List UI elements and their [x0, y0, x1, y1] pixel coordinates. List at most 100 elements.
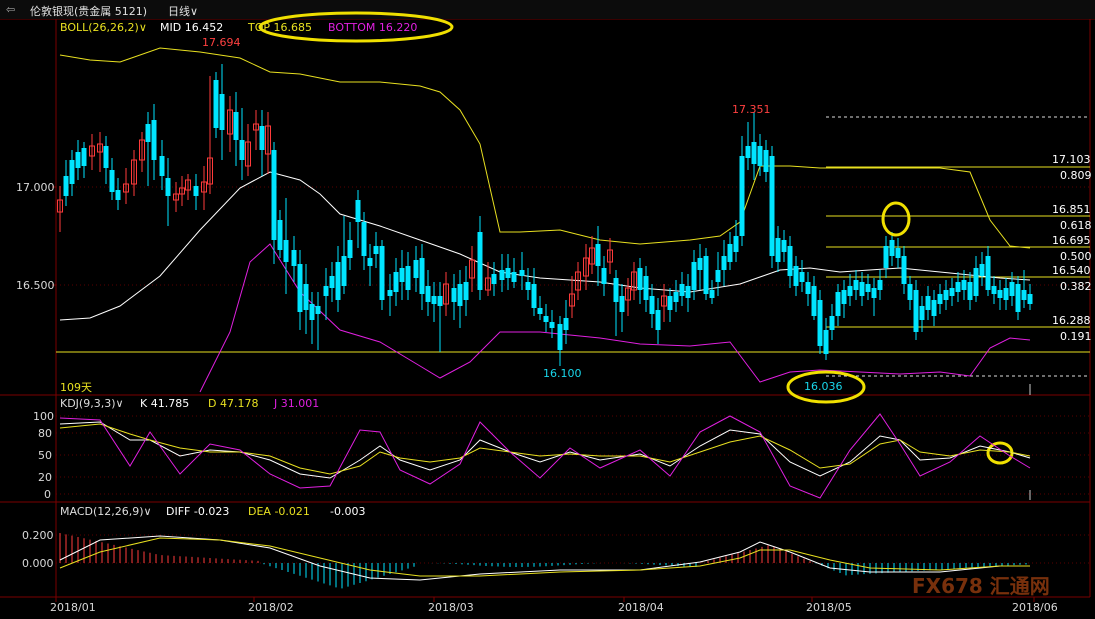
candle-body-down: [405, 266, 411, 290]
candle-body-down: [877, 280, 883, 290]
candle-body-down: [233, 112, 239, 140]
candle-body-down: [979, 264, 985, 276]
candle-body-down: [763, 150, 769, 172]
candle-body-down: [75, 152, 81, 168]
candle-body-down: [525, 282, 531, 290]
fib-ratio: 0.500: [1060, 250, 1092, 263]
x-axis-label: 2018/01: [50, 601, 96, 614]
kdj-d: D 47.178: [208, 397, 259, 410]
candle-body-down: [919, 306, 925, 320]
candle-body-down: [193, 186, 199, 196]
macd-label[interactable]: MACD(12,26,9)∨: [60, 505, 152, 518]
candle-body-down: [691, 262, 697, 290]
chevron-down-icon: ∨: [138, 21, 147, 34]
macd-value: -0.003: [330, 505, 366, 518]
candle-body-down: [531, 284, 537, 308]
candle-body-down: [103, 146, 109, 168]
candle-body-down: [1027, 294, 1033, 304]
candle-body-down: [655, 310, 661, 330]
candle-body-down: [463, 282, 469, 300]
candle-body-down: [81, 148, 87, 166]
x-axis-label: 2018/05: [806, 601, 852, 614]
candle-body-down: [847, 286, 853, 296]
fib-price: 16.851: [1052, 203, 1091, 216]
candle-body-down: [323, 286, 329, 296]
candle-body-down: [811, 286, 817, 316]
highlight-ellipse: [986, 441, 1014, 465]
price-axis-label: 17.000: [16, 181, 55, 194]
kdj-k: K 41.785: [140, 397, 190, 410]
x-axis-label: 2018/06: [1012, 601, 1058, 614]
candle-body-down: [159, 156, 165, 176]
boll-bottom: BOTTOM 16.220: [328, 21, 418, 34]
fib-ratio: 0.809: [1060, 169, 1092, 182]
candle-body-down: [505, 268, 511, 278]
macd-diff: DIFF -0.023: [166, 505, 230, 518]
candle-body-down: [69, 160, 75, 184]
candle-body-down: [871, 288, 877, 298]
high-annotation: 17.694: [202, 36, 241, 49]
candle-body-down: [961, 280, 967, 290]
candle-body-down: [883, 246, 889, 268]
candle-body-down: [907, 284, 913, 300]
candle-body-down: [985, 256, 991, 290]
candle-body-down: [437, 296, 443, 306]
candle-body-down: [727, 244, 733, 262]
candle-body-down: [895, 248, 901, 258]
candle-body-down: [733, 236, 739, 252]
chart-canvas[interactable]: [0, 0, 1095, 619]
candle-body-down: [787, 246, 793, 276]
candle-body-down: [865, 284, 871, 292]
candle-body-down: [361, 222, 367, 256]
candle-body-down: [419, 258, 425, 294]
candle-body-down: [537, 308, 543, 314]
candle-body-down: [679, 284, 685, 296]
candle-body-down: [457, 284, 463, 306]
candle-body-down: [115, 190, 121, 200]
candle-body-down: [373, 246, 379, 254]
candle-body-down: [291, 250, 297, 266]
chevron-down-icon: ∨: [143, 505, 152, 518]
candle-body-down: [967, 282, 973, 300]
x-axis-label: 2018/03: [428, 601, 474, 614]
candle-body-down: [297, 264, 303, 312]
candle-body-down: [379, 246, 385, 300]
candle-body-down: [685, 286, 691, 298]
candle-body-down: [355, 200, 361, 222]
candle-body-down: [165, 178, 171, 196]
candle-body-down: [649, 296, 655, 314]
candle-body-down: [943, 290, 949, 300]
candle-body-down: [239, 140, 245, 160]
candle-body-down: [709, 290, 715, 298]
candle-body-down: [329, 276, 335, 288]
candle-body-down: [109, 170, 115, 192]
candle-body-down: [499, 270, 505, 280]
candle-body-down: [823, 330, 829, 354]
candle-body-down: [637, 268, 643, 290]
macd-diff-line: [59, 535, 1030, 581]
boll-label[interactable]: BOLL(26,26,2)∨: [60, 21, 147, 34]
candle-body-down: [799, 272, 805, 282]
candle-body-down: [277, 220, 283, 250]
candle-body-down: [913, 290, 919, 332]
candle-body-down: [335, 262, 341, 300]
highlight-ellipse: [881, 201, 911, 237]
candle-body-down: [721, 256, 727, 270]
candle-body-down: [751, 142, 757, 164]
candle-body-down: [673, 292, 679, 302]
candle-body-down: [303, 284, 309, 310]
candle-body-down: [925, 296, 931, 310]
candle-body-down: [793, 266, 799, 286]
kdj-label[interactable]: KDJ(9,3,3)∨: [60, 397, 124, 410]
candle-body-down: [347, 240, 353, 258]
days-annotation: 109天: [60, 381, 92, 394]
candle-body-down: [757, 146, 763, 166]
candle-body-down: [543, 316, 549, 322]
boll-top: TOP 16.685: [248, 21, 312, 34]
candle-body-down: [997, 290, 1003, 298]
x-axis-label: 2018/04: [618, 601, 664, 614]
candle-body-down: [595, 244, 601, 266]
candle-body-down: [619, 296, 625, 312]
candle-body-down: [955, 282, 961, 292]
candle-body-down: [841, 290, 847, 304]
